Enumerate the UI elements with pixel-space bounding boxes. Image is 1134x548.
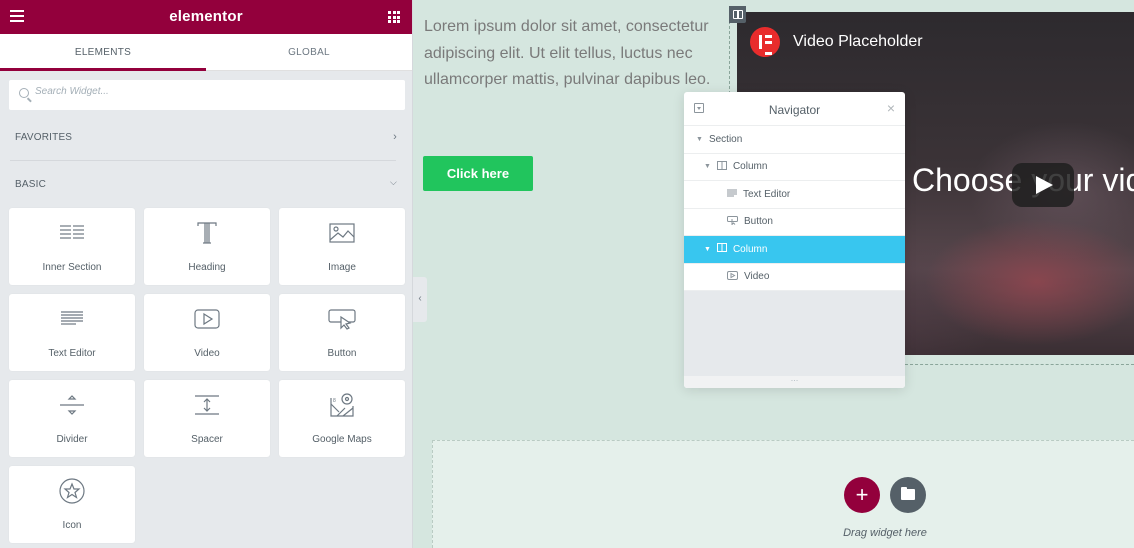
widget-label: Image: [328, 262, 356, 273]
video-icon: [144, 306, 270, 332]
apps-grid-icon[interactable]: [388, 11, 400, 23]
caret-down-icon[interactable]: ▼: [704, 163, 711, 170]
widget-video[interactable]: Video: [144, 294, 270, 371]
column-handle-icon[interactable]: [729, 6, 746, 23]
navigator-empty-area: [684, 291, 905, 376]
chevron-right-icon: ›: [393, 131, 397, 143]
navigator-item-label: Column: [732, 161, 768, 173]
navigator-item-button[interactable]: Button: [684, 209, 905, 236]
tab-global[interactable]: GLOBAL: [206, 34, 412, 71]
category-basic[interactable]: BASIC ⌵: [0, 171, 413, 197]
navigator-item-label: Text Editor: [743, 188, 791, 200]
text-editor-icon: [727, 189, 737, 200]
widget-text-editor[interactable]: Text Editor: [9, 294, 135, 371]
widget-google-maps[interactable]: 8 Google Maps: [279, 380, 405, 457]
navigator-item-label: Video: [744, 271, 770, 283]
widget-inner-section[interactable]: Inner Section: [9, 208, 135, 285]
play-icon[interactable]: [1012, 163, 1074, 207]
panel-tabs: ELEMENTS GLOBAL: [0, 34, 412, 71]
chevron-down-icon: ⌵: [389, 177, 397, 187]
drop-zone[interactable]: [432, 440, 1134, 548]
panel-collapse-toggle[interactable]: ‹: [413, 277, 427, 322]
navigator-item-text-editor[interactable]: Text Editor: [684, 181, 905, 209]
google-maps-icon: 8: [279, 392, 405, 418]
widget-label: Spacer: [191, 434, 223, 445]
button-icon: [279, 306, 405, 332]
navigator-header[interactable]: Navigator ×: [684, 92, 905, 126]
navigator-resize-handle[interactable]: …: [684, 375, 905, 388]
widget-label: Text Editor: [48, 348, 96, 359]
star-icon: [9, 478, 135, 504]
add-section-button[interactable]: +: [844, 477, 880, 513]
video-icon: [727, 270, 738, 283]
tab-elements[interactable]: ELEMENTS: [0, 34, 206, 71]
svg-text:8: 8: [333, 398, 336, 404]
spacer-icon: [144, 392, 270, 418]
widget-search: [9, 80, 405, 110]
divider-icon: [9, 392, 135, 418]
add-template-button[interactable]: [890, 477, 926, 513]
navigator-title: Navigator: [768, 103, 821, 117]
drop-hint: Drag widget here: [843, 527, 927, 539]
widget-image[interactable]: Image: [279, 208, 405, 285]
navigator-item-column[interactable]: ▼ Column: [684, 154, 905, 181]
text-editor-icon: [9, 306, 135, 332]
divider: [10, 160, 396, 165]
category-favorites[interactable]: FAVORITES ›: [0, 124, 413, 150]
folder-icon: [901, 487, 915, 500]
navigator-item-label: Column: [732, 243, 768, 255]
elementor-logo-icon: [750, 27, 780, 57]
widget-label: Inner Section: [42, 262, 102, 273]
caret-down-icon[interactable]: ▼: [704, 246, 711, 253]
text-editor-content[interactable]: Lorem ipsum dolor sit amet, consectetur …: [424, 14, 724, 94]
plus-icon: +: [855, 482, 869, 507]
close-icon[interactable]: ×: [887, 100, 895, 116]
caret-down-icon[interactable]: ▼: [696, 136, 703, 143]
widget-divider[interactable]: Divider: [9, 380, 135, 457]
category-label: FAVORITES: [15, 132, 73, 143]
widget-label: Button: [327, 348, 357, 359]
column-outline-bottom: [905, 364, 1134, 365]
widget-grid: Inner Section Heading Image Text Editor: [9, 208, 405, 543]
column-icon: [716, 160, 727, 173]
widget-label: Divider: [56, 434, 88, 445]
navigator-panel: Navigator × ▼ Section ▼ Column Text Edit…: [684, 92, 905, 388]
video-title: Video Placeholder: [793, 33, 923, 50]
image-icon: [279, 220, 405, 246]
widget-button[interactable]: Button: [279, 294, 405, 371]
category-label: BASIC: [15, 179, 47, 190]
column-icon: [716, 243, 727, 255]
widget-label: Heading: [188, 262, 226, 273]
widget-spacer[interactable]: Spacer: [144, 380, 270, 457]
button-icon: [727, 215, 738, 228]
navigator-item-column-selected[interactable]: ▼ Column: [684, 236, 905, 264]
navigator-item-section[interactable]: ▼ Section: [684, 126, 905, 154]
widget-heading[interactable]: Heading: [144, 208, 270, 285]
navigator-item-label: Button: [744, 216, 773, 228]
widget-icon[interactable]: Icon: [9, 466, 135, 543]
click-here-button[interactable]: Click here: [423, 156, 533, 191]
navigator-item-video[interactable]: Video: [684, 264, 905, 291]
widget-label: Video: [194, 348, 220, 359]
panel-header: elementor: [0, 0, 412, 34]
search-input[interactable]: [35, 86, 375, 97]
elementor-panel: elementor ELEMENTS GLOBAL FAVORITES › BA…: [0, 0, 413, 548]
widget-label: Icon: [62, 520, 82, 531]
search-icon: [19, 88, 29, 98]
inner-section-icon: [9, 220, 135, 246]
brand-logo: elementor: [169, 8, 243, 25]
widget-label: Google Maps: [312, 434, 372, 445]
heading-icon: [144, 220, 270, 246]
navigator-item-label: Section: [708, 133, 743, 145]
